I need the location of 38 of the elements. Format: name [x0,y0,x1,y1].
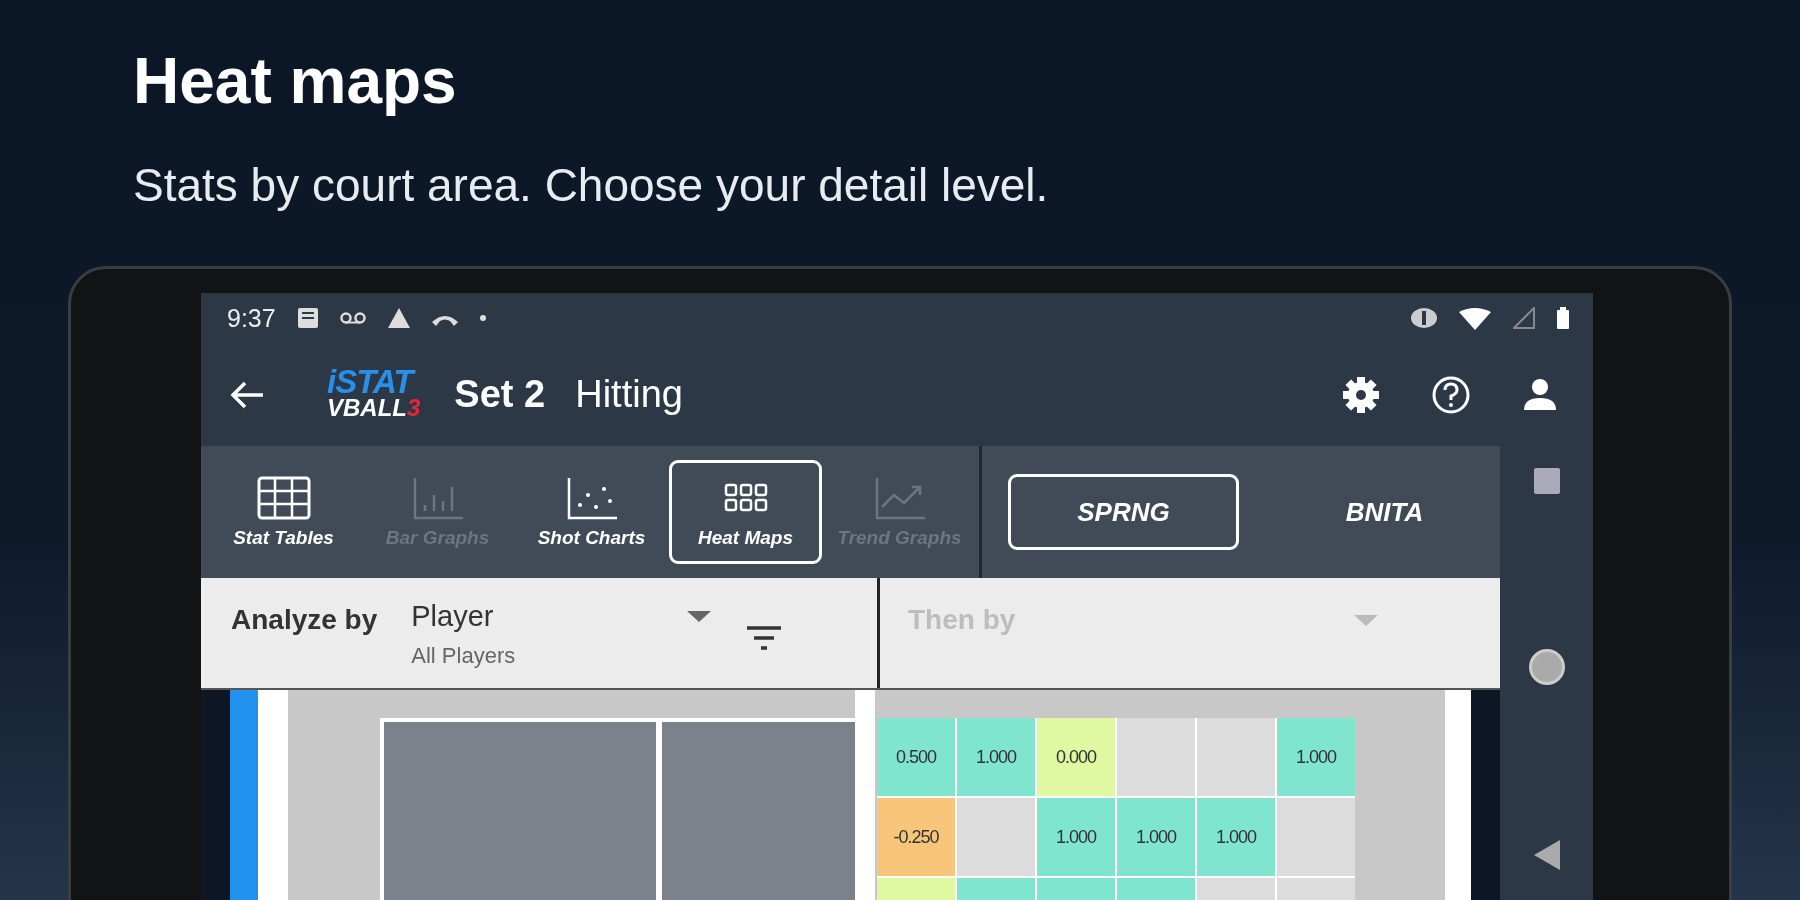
heatmap-cell: 1.000 [1197,798,1275,876]
headline: Heat maps [133,44,458,119]
logo-wordmark: VBALL3 [327,394,421,421]
heatmap-cell: 1.000 [1117,798,1195,876]
heatmap-cell: 1.000 [1037,798,1115,876]
set-title: Set 2 [454,373,546,416]
back-button[interactable] [1533,840,1560,870]
heatmap-cell: 1.000 [1277,718,1355,796]
help-icon[interactable] [1431,374,1471,415]
status-time: 9:37 [227,303,276,333]
heatmap-cell: 0.500 [877,718,955,796]
dot-icon [479,315,486,321]
data-saver-icon [1411,308,1437,328]
analyze-dropdown[interactable]: Player All Players [411,600,712,669]
signal-icon [1513,307,1535,329]
warning-icon [387,308,410,328]
table-icon [255,475,312,521]
voicemail-icon [339,312,366,324]
team-toggle[interactable]: BNITA [1269,474,1500,550]
document-icon [297,308,318,328]
recents-button[interactable] [1533,468,1560,494]
screen-title: Hitting [575,373,683,416]
wifi-icon [1459,306,1491,330]
heatmap-cell: -0.250 [877,798,955,876]
battery-icon [1557,307,1569,329]
analyze-label: Analyze by [231,604,378,636]
home-button[interactable] [1528,649,1565,685]
view-tab[interactable]: Shot Charts [515,460,668,564]
team-toggle[interactable]: SPRNG [1008,474,1239,550]
heatmap-cell: 0.000 [1037,718,1115,796]
view-tab[interactable]: Stat Tables [207,460,360,564]
back-arrow-icon[interactable] [229,379,265,410]
view-tab[interactable]: Heat Maps [669,460,822,564]
heatmap-cell: 1.000 [957,718,1035,796]
logo-wordmark: iSTAT [327,368,421,395]
filter-icon[interactable] [745,624,784,652]
settings-icon[interactable] [1341,374,1381,415]
subheadline: Stats by court area. Choose your detail level. [133,158,1050,212]
